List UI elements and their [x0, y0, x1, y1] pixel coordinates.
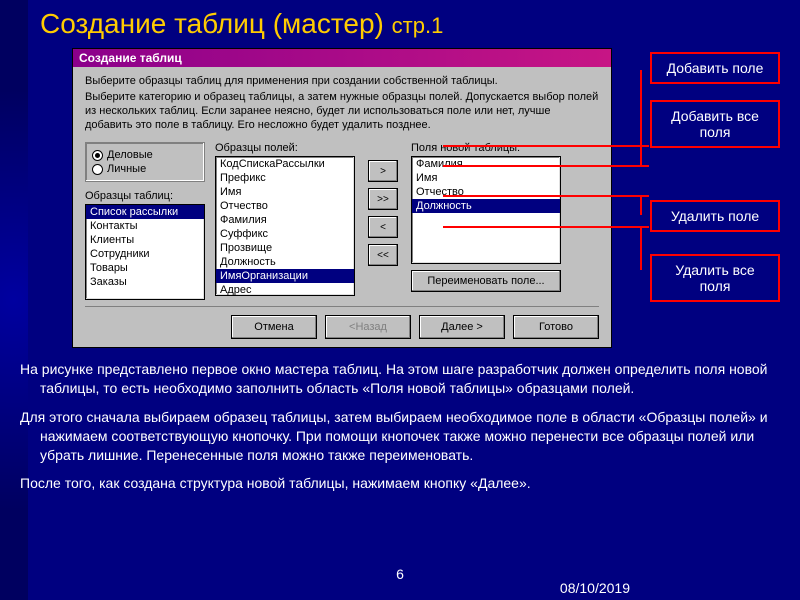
- list-item[interactable]: Отчество: [216, 199, 354, 213]
- explain-p2: Для этого сначала выбираем образец табли…: [20, 408, 780, 465]
- slide-title: Создание таблиц (мастер) стр.1: [40, 8, 443, 40]
- connector-line: [640, 118, 642, 166]
- callout-add-all: Добавить все поля: [650, 100, 780, 148]
- list-item[interactable]: Сотрудники: [86, 247, 204, 261]
- category-radio-group: Деловые Личные: [85, 142, 205, 182]
- instruction-line-2: Выберите категорию и образец таблицы, а …: [85, 91, 599, 132]
- callout-remove-field: Удалить поле: [650, 200, 780, 232]
- connector-line: [443, 145, 649, 147]
- list-item[interactable]: Имя: [412, 171, 560, 185]
- radio-business[interactable]: Деловые: [92, 149, 198, 161]
- dialog-button-row: Отмена <Назад Далее > Готово: [85, 306, 599, 339]
- cancel-button[interactable]: Отмена: [231, 315, 317, 339]
- list-item[interactable]: Суффикс: [216, 227, 354, 241]
- connector-line: [443, 165, 649, 167]
- list-item[interactable]: Отчество: [412, 185, 560, 199]
- explain-p1: На рисунке представлено первое окно маст…: [20, 360, 780, 398]
- radio-personal[interactable]: Личные: [92, 163, 198, 175]
- add-field-button[interactable]: >: [368, 160, 398, 182]
- explain-p3: После того, как создана структура новой …: [20, 474, 780, 493]
- list-item[interactable]: Товары: [86, 261, 204, 275]
- list-item[interactable]: Должность: [216, 255, 354, 269]
- back-button[interactable]: <Назад: [325, 315, 411, 339]
- templates-listbox[interactable]: Список рассылки Контакты Клиенты Сотрудн…: [85, 204, 205, 300]
- dialog-titlebar: Создание таблиц: [73, 49, 611, 67]
- slide-date: 08/10/2019: [560, 580, 630, 596]
- connector-line: [640, 226, 642, 270]
- remove-all-button[interactable]: <<: [368, 244, 398, 266]
- new-fields-listbox[interactable]: Фамилия Имя Отчество Должность: [411, 156, 561, 264]
- radio-business-label: Деловые: [107, 149, 153, 161]
- radio-icon: [92, 150, 103, 161]
- templates-label: Образцы таблиц:: [85, 190, 205, 202]
- rename-field-button[interactable]: Переименовать поле...: [411, 270, 561, 292]
- title-page: стр.1: [392, 13, 444, 38]
- list-item[interactable]: Клиенты: [86, 233, 204, 247]
- connector-line: [443, 226, 649, 228]
- list-item[interactable]: Имя: [216, 185, 354, 199]
- title-main: Создание таблиц (мастер): [40, 8, 384, 39]
- instruction-line-1: Выберите образцы таблиц для применения п…: [85, 75, 599, 87]
- list-item[interactable]: Заказы: [86, 275, 204, 289]
- explanation-block: На рисунке представлено первое окно маст…: [20, 360, 780, 503]
- connector-line: [443, 195, 649, 197]
- remove-field-button[interactable]: <: [368, 216, 398, 238]
- slide-number: 6: [396, 566, 404, 582]
- list-item[interactable]: Список рассылки: [86, 205, 204, 219]
- radio-icon: [92, 164, 103, 175]
- dialog-title: Создание таблиц: [79, 51, 182, 65]
- add-all-button[interactable]: >>: [368, 188, 398, 210]
- radio-personal-label: Личные: [107, 163, 146, 175]
- list-item[interactable]: Контакты: [86, 219, 204, 233]
- callout-remove-all: Удалить все поля: [650, 254, 780, 302]
- wizard-dialog: Создание таблиц Выберите образцы таблиц …: [72, 48, 612, 348]
- slide-decoration: [0, 0, 28, 600]
- callout-add-field: Добавить поле: [650, 52, 780, 84]
- list-item[interactable]: Адрес: [216, 283, 354, 296]
- list-item[interactable]: ИмяОрганизации: [216, 269, 354, 283]
- connector-line: [640, 195, 642, 215]
- list-item[interactable]: Префикс: [216, 171, 354, 185]
- list-item[interactable]: Прозвище: [216, 241, 354, 255]
- fields-label: Образцы полей:: [215, 142, 355, 154]
- list-item[interactable]: Фамилия: [216, 213, 354, 227]
- next-button[interactable]: Далее >: [419, 315, 505, 339]
- list-item[interactable]: Должность: [412, 199, 560, 213]
- sample-fields-listbox[interactable]: КодСпискаРассылки Префикс Имя Отчество Ф…: [215, 156, 355, 296]
- list-item[interactable]: КодСпискаРассылки: [216, 157, 354, 171]
- finish-button[interactable]: Готово: [513, 315, 599, 339]
